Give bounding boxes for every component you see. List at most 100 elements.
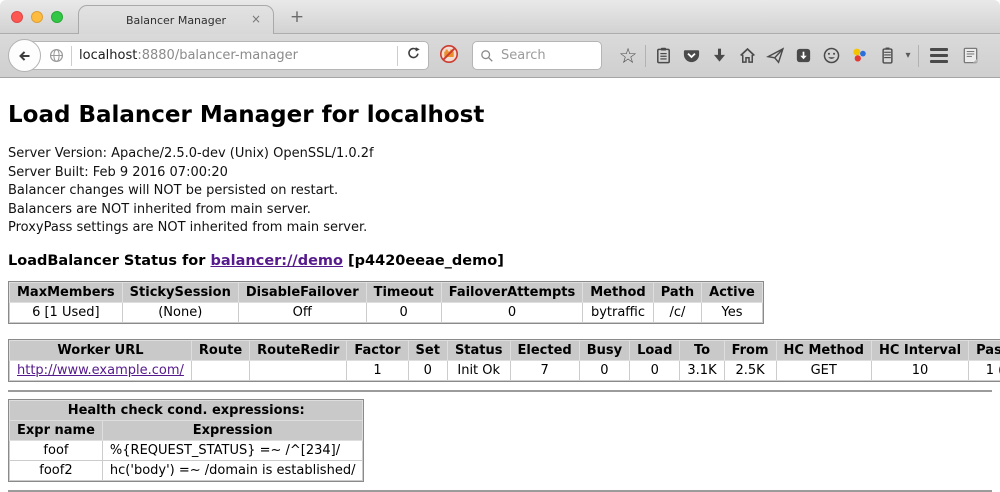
page-content: Load Balancer Manager for localhost Serv… <box>0 102 1000 492</box>
browser-tab[interactable]: Balancer Manager × <box>78 5 274 34</box>
send-tab-button[interactable] <box>761 42 789 70</box>
col-passes: Passes <box>969 340 1000 360</box>
col-to: To <box>680 340 724 360</box>
search-input[interactable] <box>499 47 585 64</box>
url-text[interactable]: localhost:8880/balancer-manager <box>79 48 390 63</box>
col-failoverattempts: FailoverAttempts <box>441 282 583 302</box>
cell-active: Yes <box>702 302 763 322</box>
container-extension-button[interactable] <box>873 42 901 70</box>
col-method: Method <box>583 282 653 302</box>
star-icon: ☆ <box>619 46 638 66</box>
save-to-device-button[interactable] <box>789 42 817 70</box>
colored-dots-icon <box>850 46 869 65</box>
pocket-button[interactable] <box>677 42 705 70</box>
home-icon <box>738 46 757 65</box>
cell-set: 0 <box>408 360 447 380</box>
cell-expr-name: foof <box>10 440 103 460</box>
reload-button[interactable] <box>405 45 422 66</box>
cell-timeout: 0 <box>366 302 441 322</box>
worker-url-link[interactable]: http://www.example.com/ <box>17 363 184 378</box>
status-suffix: [p4420eeae_demo] <box>343 253 504 269</box>
urlbar-divider <box>397 46 398 66</box>
cell-passes: 1 (0) <box>969 360 1000 380</box>
url-domain: localhost <box>79 48 137 63</box>
dark-download-square-icon <box>794 46 813 65</box>
col-hc-interval: HC Interval <box>871 340 968 360</box>
health-table-title: Health check cond. expressions: <box>10 400 363 420</box>
home-button[interactable] <box>733 42 761 70</box>
tab-close-icon[interactable]: × <box>249 12 263 26</box>
toolbar-divider <box>918 45 919 67</box>
menu-button[interactable] <box>925 42 953 70</box>
cell-path: /c/ <box>653 302 701 322</box>
paper-plane-icon <box>766 46 785 65</box>
cell-status: Init Ok <box>447 360 510 380</box>
reload-icon <box>405 45 422 62</box>
chevron-down-icon: ▾ <box>902 50 914 61</box>
persist-note-line: Balancer changes will NOT be persisted o… <box>8 182 992 201</box>
cell-busy: 0 <box>579 360 629 380</box>
toolbar-icons: ☆ <box>614 42 984 70</box>
table-header-row: Expr name Expression <box>10 420 363 440</box>
cell-disablefailover: Off <box>238 302 366 322</box>
col-busy: Busy <box>579 340 629 360</box>
col-route: Route <box>191 340 249 360</box>
extension-colored-dots-button[interactable] <box>845 42 873 70</box>
feedback-smiley-button[interactable] <box>817 42 845 70</box>
download-arrow-icon <box>710 46 729 65</box>
cell-to: 3.1K <box>680 360 724 380</box>
url-bar[interactable]: localhost:8880/balancer-manager <box>24 41 429 70</box>
plugin-blocked-icon <box>439 44 459 64</box>
plugin-blocked-button[interactable] <box>439 44 459 68</box>
table-row: foof %{REQUEST_STATUS} =~ /^[234]/ <box>10 440 363 460</box>
new-tab-button[interactable]: + <box>286 7 308 27</box>
col-expression: Expression <box>102 420 363 440</box>
minimize-window-button[interactable] <box>31 11 43 23</box>
hamburger-icon <box>930 48 948 63</box>
table-row: 6 [1 Used] (None) Off 0 0 bytraffic /c/ … <box>10 302 763 322</box>
table-row: foof2 hc('body') =~ /domain is establish… <box>10 460 363 480</box>
cell-maxmembers: 6 [1 Used] <box>10 302 123 322</box>
server-info: Server Version: Apache/2.5.0-dev (Unix) … <box>8 145 992 238</box>
back-button[interactable] <box>8 39 41 72</box>
col-load: Load <box>630 340 680 360</box>
cell-worker-url: http://www.example.com/ <box>10 360 192 380</box>
cell-hc-interval: 10 <box>871 360 968 380</box>
cell-elected: 7 <box>510 360 579 380</box>
server-built-line: Server Built: Feb 9 2016 07:00:20 <box>8 164 992 183</box>
overflow-caret-button[interactable]: ▾ <box>901 42 915 70</box>
col-status: Status <box>447 340 510 360</box>
col-expr-name: Expr name <box>10 420 103 440</box>
balancer-demo-link[interactable]: balancer://demo <box>210 253 343 269</box>
cell-failoverattempts: 0 <box>441 302 583 322</box>
document-grid-icon <box>961 46 980 65</box>
toolbar-divider <box>645 45 646 67</box>
cell-load: 0 <box>630 360 680 380</box>
reading-list-button[interactable] <box>649 42 677 70</box>
globe-icon <box>49 48 64 63</box>
worker-table: Worker URL Route RouteRedir Factor Set S… <box>9 340 1000 381</box>
col-maxmembers: MaxMembers <box>10 282 123 302</box>
table-header-row: MaxMembers StickySession DisableFailover… <box>10 282 763 302</box>
balancer-table-wrap: MaxMembers StickySession DisableFailover… <box>8 281 764 324</box>
search-bar[interactable] <box>472 41 602 70</box>
pocket-icon <box>682 46 701 65</box>
col-set: Set <box>408 340 447 360</box>
close-window-button[interactable] <box>11 11 23 23</box>
cell-factor: 1 <box>347 360 408 380</box>
bookmark-star-button[interactable]: ☆ <box>614 42 642 70</box>
sidebar-page-button[interactable] <box>956 42 984 70</box>
col-from: From <box>724 340 776 360</box>
loadbalancer-status-heading: LoadBalancer Status for balancer://demo … <box>8 253 992 269</box>
page-title: Load Balancer Manager for localhost <box>8 102 992 128</box>
col-stickysession: StickySession <box>122 282 238 302</box>
cell-stickysession: (None) <box>122 302 238 322</box>
downloads-button[interactable] <box>705 42 733 70</box>
navigation-toolbar: localhost:8880/balancer-manager ☆ <box>0 34 1000 78</box>
server-version-line: Server Version: Apache/2.5.0-dev (Unix) … <box>8 145 992 164</box>
status-prefix: LoadBalancer Status for <box>8 253 210 269</box>
balancer-summary-table: MaxMembers StickySession DisableFailover… <box>9 282 763 323</box>
col-path: Path <box>653 282 701 302</box>
col-timeout: Timeout <box>366 282 441 302</box>
zoom-window-button[interactable] <box>51 11 63 23</box>
